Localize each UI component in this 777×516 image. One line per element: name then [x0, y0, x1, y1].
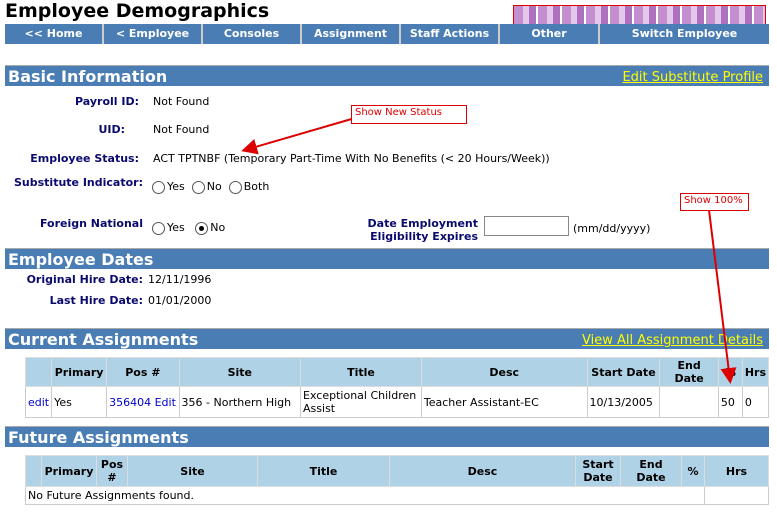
- percent-arrow: [708, 209, 737, 384]
- status-arrow: [241, 117, 356, 155]
- percent-annotation: Show 100%: [680, 193, 749, 211]
- status-annotation: Show New Status: [351, 105, 467, 124]
- annotation-arrows: [241, 117, 737, 384]
